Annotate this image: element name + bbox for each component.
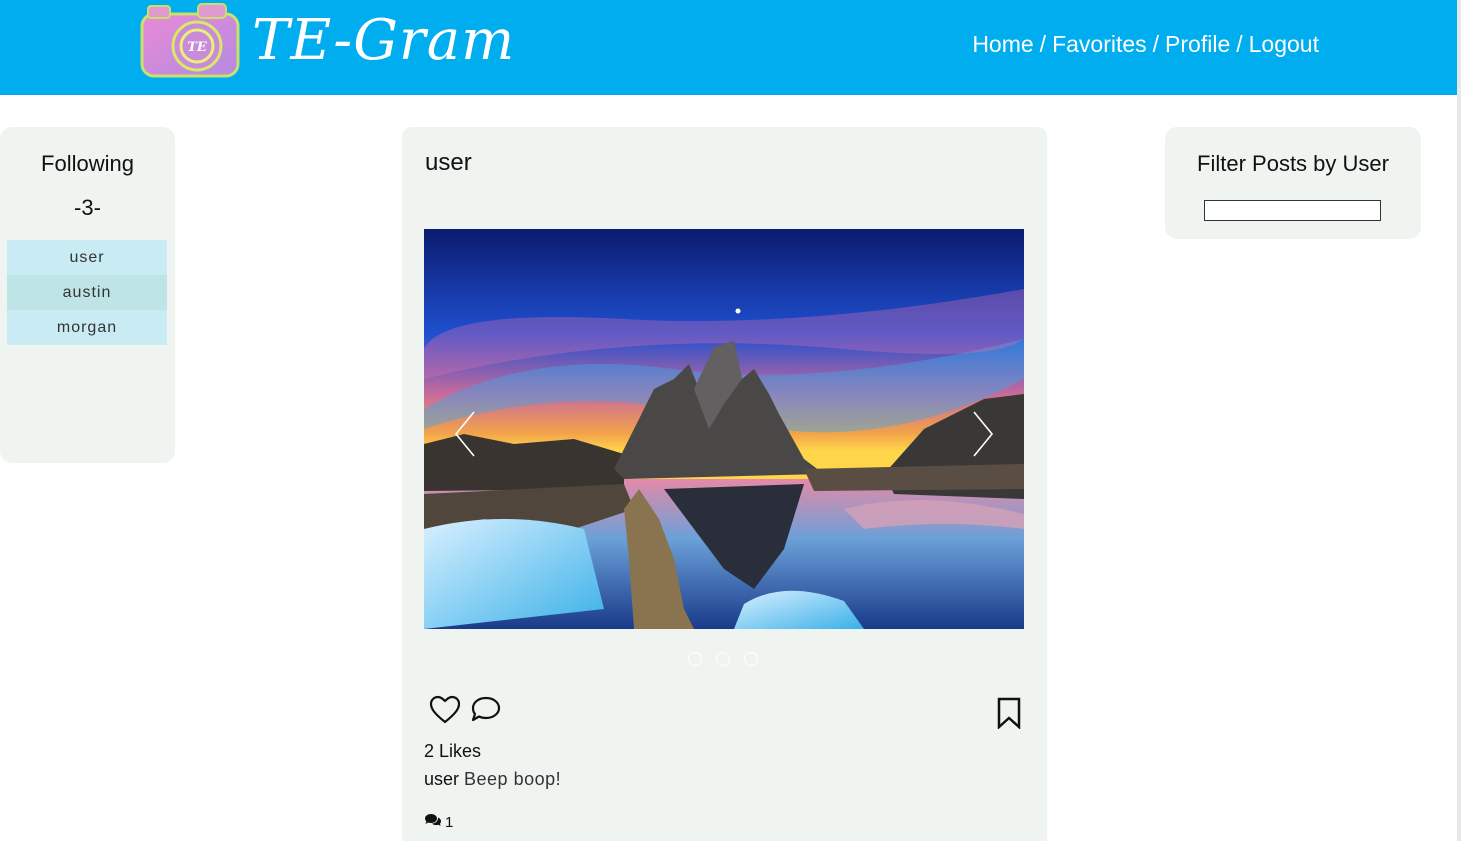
- bookmark-icon[interactable]: [996, 697, 1022, 730]
- filter-panel: Filter Posts by User: [1165, 127, 1421, 239]
- app-header: TE TE-Gram Home / Favorites / Profile / …: [0, 0, 1461, 95]
- heart-icon[interactable]: [429, 695, 461, 725]
- carousel-dot[interactable]: [688, 652, 702, 666]
- post-card: user 2 Likes user Beep boop! 1: [402, 127, 1047, 841]
- caption-username[interactable]: user: [424, 769, 459, 789]
- nav-separator: /: [1236, 31, 1243, 57]
- main-nav: Home / Favorites / Profile / Logout: [972, 31, 1319, 58]
- comments-icon: [424, 813, 442, 831]
- following-title: Following: [41, 151, 134, 176]
- following-item-morgan[interactable]: morgan: [7, 310, 167, 345]
- post-username[interactable]: user: [425, 149, 472, 177]
- likes-count: 2 Likes: [424, 741, 482, 761]
- comment-icon[interactable]: [470, 695, 502, 725]
- carousel-indicators: [688, 652, 758, 666]
- scrollbar[interactable]: [1457, 0, 1461, 841]
- post-caption: user Beep boop!: [424, 769, 561, 790]
- following-item-austin[interactable]: austin: [7, 275, 167, 310]
- following-item-user[interactable]: user: [7, 240, 167, 275]
- caption-text: Beep boop!: [464, 769, 562, 789]
- nav-profile[interactable]: Profile: [1165, 31, 1230, 58]
- nav-home[interactable]: Home: [972, 31, 1033, 58]
- logo-text: TE: [187, 40, 208, 55]
- mountain-lake-photo[interactable]: [424, 229, 1024, 629]
- camera-logo-icon[interactable]: TE: [140, 2, 240, 78]
- nav-separator: /: [1152, 31, 1160, 57]
- nav-separator: /: [1039, 31, 1047, 57]
- chevron-left-icon[interactable]: [450, 409, 480, 459]
- chevron-right-icon[interactable]: [968, 409, 998, 459]
- carousel-dot[interactable]: [744, 652, 758, 666]
- comments-link[interactable]: 1: [424, 813, 453, 831]
- nav-favorites[interactable]: Favorites: [1052, 31, 1147, 58]
- filter-user-input[interactable]: [1204, 200, 1381, 221]
- carousel-dot[interactable]: [716, 652, 730, 666]
- brand-title[interactable]: TE-Gram: [252, 8, 515, 73]
- filter-title: Filter Posts by User: [1197, 151, 1389, 176]
- following-count: -3-: [74, 195, 101, 220]
- nav-logout[interactable]: Logout: [1249, 31, 1319, 58]
- following-list: user austin morgan: [7, 240, 167, 345]
- following-panel: Following -3- user austin morgan: [0, 127, 175, 463]
- comments-count: 1: [445, 813, 454, 831]
